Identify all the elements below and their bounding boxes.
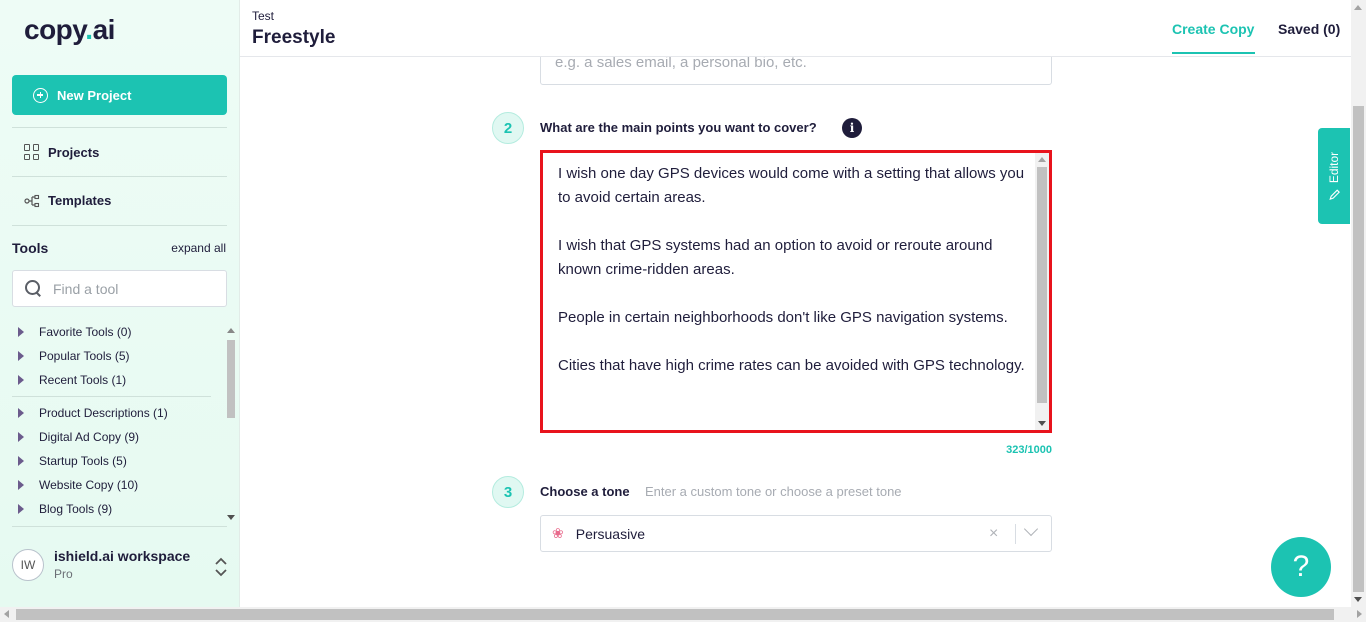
active-tab-indicator (1172, 52, 1255, 54)
caret-right-icon (18, 327, 24, 337)
step-number-2: 2 (492, 112, 524, 144)
tool-category-product-descriptions[interactable]: Product Descriptions (1) (12, 401, 225, 425)
sidebar-item-projects[interactable]: Projects (24, 144, 99, 160)
logo-dot: . (85, 14, 93, 45)
step-number-3: 3 (492, 476, 524, 508)
scrollbar-thumb[interactable] (1353, 106, 1364, 592)
templates-icon (24, 194, 40, 207)
tool-category-label: Startup Tools (5) (39, 454, 127, 468)
tone-selected-value: Persuasive (575, 525, 645, 542)
page-vertical-scrollbar[interactable] (1351, 0, 1366, 607)
tool-group-label: Favorite Tools (0) (39, 325, 132, 339)
page-title: Freestyle (252, 27, 336, 48)
tool-search-input[interactable] (53, 280, 203, 297)
tool-group-recent[interactable]: Recent Tools (1) (12, 368, 225, 392)
tone-select[interactable]: ❀ Persuasive × (540, 515, 1052, 552)
scroll-up-icon[interactable] (1038, 157, 1046, 162)
tool-category-blog-tools[interactable]: Blog Tools (9) (12, 497, 225, 521)
caret-right-icon (18, 375, 24, 385)
workspace-plan: Pro (54, 567, 73, 581)
sidebar: copy.ai New Project Projects Templates T… (0, 0, 240, 607)
caret-right-icon (18, 504, 24, 514)
tool-category-label: Product Descriptions (1) (39, 406, 168, 420)
info-icon[interactable]: i (842, 118, 862, 138)
breadcrumb[interactable]: Test (252, 9, 274, 23)
sidebar-item-templates[interactable]: Templates (24, 193, 111, 208)
scrollbar-thumb[interactable] (1037, 167, 1047, 403)
scroll-up-icon[interactable] (1354, 5, 1362, 10)
brain-icon: ❀ (552, 525, 564, 541)
workspace-name: ishield.ai workspace (54, 548, 191, 564)
character-counter: 323/1000 (1006, 444, 1052, 456)
tone-hint: Enter a custom tone or choose a preset t… (645, 484, 902, 499)
main-content: e.g. a sales email, a personal bio, etc.… (240, 57, 1351, 607)
new-project-button[interactable]: New Project (12, 75, 227, 115)
step1-input[interactable]: e.g. a sales email, a personal bio, etc. (540, 57, 1052, 85)
scroll-down-icon[interactable] (1038, 421, 1046, 426)
divider (12, 176, 227, 177)
choose-tone-label: Choose a tone (540, 484, 630, 499)
tab-create-copy[interactable]: Create Copy (1172, 21, 1254, 37)
tool-category-website-copy[interactable]: Website Copy (10) (12, 473, 225, 497)
tool-category-label: Digital Ad Copy (9) (39, 430, 140, 444)
scroll-right-icon[interactable] (1357, 610, 1362, 618)
tool-search-box[interactable] (12, 270, 227, 307)
scrollbar-thumb[interactable] (227, 340, 235, 418)
tab-saved[interactable]: Saved (0) (1278, 21, 1340, 37)
divider (12, 127, 227, 128)
help-button[interactable]: ? (1271, 537, 1331, 597)
divider (12, 526, 227, 527)
new-project-label: New Project (57, 87, 132, 103)
caret-right-icon (18, 351, 24, 361)
search-icon (25, 280, 42, 297)
tool-list-scrollbar[interactable] (226, 326, 236, 522)
sidebar-item-label: Projects (48, 144, 100, 160)
editor-side-tab[interactable]: Editor (1318, 128, 1350, 224)
workspace-switcher[interactable]: IW ishield.ai workspace Pro (12, 548, 190, 581)
caret-right-icon (18, 408, 24, 418)
chevron-down-icon[interactable] (1023, 521, 1039, 537)
editor-tab-label: Editor (1327, 151, 1342, 184)
main-points-textarea[interactable] (543, 153, 1035, 430)
page-horizontal-scrollbar[interactable] (0, 607, 1366, 622)
sidebar-item-label: Templates (48, 193, 112, 208)
tool-list: Favorite Tools (0) Popular Tools (5) Rec… (12, 320, 225, 522)
tool-category-startup-tools[interactable]: Startup Tools (5) (12, 449, 225, 473)
pencil-icon (1328, 189, 1340, 201)
logo-text-suffix: ai (92, 14, 116, 45)
tool-group-label: Recent Tools (1) (39, 373, 127, 387)
caret-right-icon (18, 456, 24, 466)
logo-text-main: copy (24, 14, 86, 45)
select-separator (1015, 524, 1016, 544)
tools-heading: Tools (12, 240, 49, 256)
tool-category-label: Website Copy (10) (39, 478, 139, 492)
tool-group-popular[interactable]: Popular Tools (5) (12, 344, 225, 368)
top-header: Test Freestyle Create Copy Saved (0) (240, 0, 1351, 57)
tool-category-digital-ad-copy[interactable]: Digital Ad Copy (9) (12, 425, 225, 449)
clear-icon[interactable]: × (989, 525, 998, 543)
tool-group-favorite[interactable]: Favorite Tools (0) (12, 320, 225, 344)
plus-circle-icon (33, 87, 48, 103)
main-points-textarea-container (540, 150, 1052, 433)
avatar: IW (12, 548, 44, 581)
grid-icon (24, 144, 40, 160)
textarea-scrollbar[interactable] (1035, 153, 1049, 430)
scroll-down-icon[interactable] (1354, 597, 1362, 602)
tool-category-label: Blog Tools (9) (39, 502, 113, 516)
scroll-down-icon[interactable] (227, 515, 235, 520)
scroll-left-icon[interactable] (4, 610, 9, 618)
caret-right-icon (18, 432, 24, 442)
chevron-up-down-icon[interactable] (214, 557, 228, 577)
divider (12, 396, 211, 397)
caret-right-icon (18, 480, 24, 490)
divider (12, 225, 227, 226)
scroll-up-icon[interactable] (227, 328, 235, 333)
tool-group-label: Popular Tools (5) (39, 349, 130, 363)
scrollbar-thumb[interactable] (16, 609, 1334, 620)
expand-all-link[interactable]: expand all (171, 241, 226, 255)
main-points-label: What are the main points you want to cov… (540, 120, 817, 135)
copyai-logo[interactable]: copy.ai (24, 14, 115, 46)
